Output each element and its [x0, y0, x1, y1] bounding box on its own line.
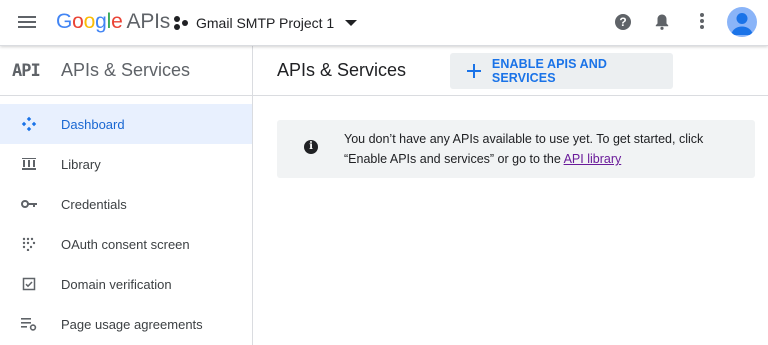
logo-letter: G [56, 10, 73, 33]
chevron-down-icon [345, 20, 358, 26]
sidebar-item-label: Page usage agreements [61, 316, 203, 332]
more-vert-icon[interactable] [699, 13, 705, 31]
hamburger-menu-icon[interactable] [16, 13, 38, 33]
logo-letter: e [111, 10, 123, 33]
logo-letter: g [95, 10, 107, 33]
enable-apis-button[interactable]: ENABLE APIS AND SERVICES [450, 53, 673, 89]
notice-line-2: “Enable APIs and services” or go to the [344, 152, 564, 166]
sidebar-item-label: Library [61, 156, 101, 172]
oauth-consent-icon [20, 235, 38, 253]
settings-list-icon [20, 315, 38, 333]
google-apis-logo[interactable]: Google APIs [56, 9, 170, 35]
sidebar-item-label: Dashboard [61, 116, 125, 132]
sidebar-header: API APIs & Services [0, 46, 252, 96]
project-name: Gmail SMTP Project 1 [196, 15, 335, 31]
api-library-link[interactable]: API library [564, 152, 622, 166]
notice-text: You don’t have any APIs available to use… [344, 129, 744, 169]
sidebar-item-label: Domain verification [61, 276, 172, 292]
api-logo-icon: API [12, 60, 41, 81]
main-content: APIs & Services ENABLE APIS AND SERVICES… [253, 46, 768, 345]
library-icon [20, 155, 38, 173]
sidebar-item-dashboard[interactable]: Dashboard [0, 104, 252, 144]
logo-letter: o [72, 10, 84, 33]
domain-check-icon [20, 275, 38, 293]
notifications-bell-icon[interactable] [654, 13, 670, 31]
sidebar-nav: Dashboard Library Credentials OAuth cons… [0, 104, 252, 344]
info-notice: i You don’t have any APIs available to u… [277, 120, 755, 178]
help-icon[interactable]: ? [615, 14, 631, 30]
sidebar-item-oauth-consent[interactable]: OAuth consent screen [0, 224, 252, 264]
top-app-bar: Google APIs Gmail SMTP Project 1 ? [0, 0, 768, 46]
sidebar-item-label: OAuth consent screen [61, 236, 190, 252]
enable-apis-button-label: ENABLE APIS AND SERVICES [491, 57, 608, 85]
sidebar-item-credentials[interactable]: Credentials [0, 184, 252, 224]
sidebar-item-library[interactable]: Library [0, 144, 252, 184]
info-icon: i [304, 140, 318, 154]
sidebar: API APIs & Services Dashboard Library Cr… [0, 46, 253, 345]
sidebar-item-label: Credentials [61, 196, 127, 212]
sidebar-title: APIs & Services [61, 60, 191, 80]
sidebar-item-domain-verification[interactable]: Domain verification [0, 264, 252, 304]
add-icon [467, 64, 481, 78]
dashboard-icon [20, 115, 38, 133]
page-title: APIs & Services [277, 60, 407, 80]
logo-letter: o [83, 10, 96, 33]
main-header: APIs & Services ENABLE APIS AND SERVICES [253, 46, 768, 96]
project-hierarchy-icon [174, 16, 188, 30]
sidebar-item-page-usage-agreements[interactable]: Page usage agreements [0, 304, 252, 344]
account-avatar[interactable] [727, 7, 757, 37]
logo-apis-text: APIs [126, 10, 171, 33]
project-selector[interactable]: Gmail SMTP Project 1 [174, 11, 358, 35]
notice-line-1: You don’t have any APIs available to use… [344, 132, 704, 146]
key-icon [20, 195, 38, 213]
